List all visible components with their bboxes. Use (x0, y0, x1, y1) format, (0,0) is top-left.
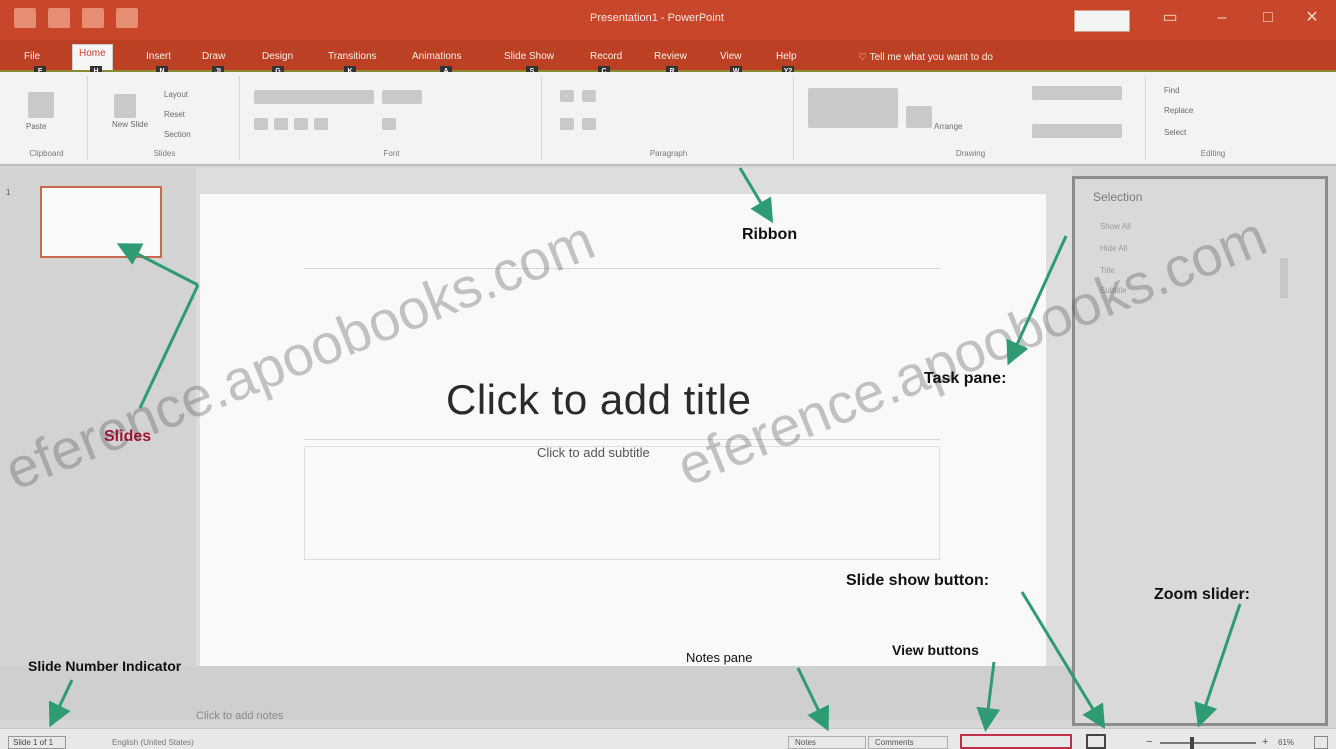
status-bar (0, 728, 1336, 749)
view-buttons[interactable] (960, 734, 1072, 749)
arrange-icon[interactable] (906, 106, 932, 128)
annotation-task-pane: Task pane: (924, 370, 1007, 387)
task-pane-scrollbar[interactable] (1280, 258, 1288, 298)
title-placeholder-text: Click to add title (446, 376, 752, 423)
underline-icon[interactable] (294, 118, 308, 130)
zoom-slider-thumb[interactable] (1190, 737, 1194, 749)
zoom-in-button[interactable]: + (1262, 736, 1268, 748)
ribbon-group-slides: New Slide Layout Reset Section Slides (90, 76, 240, 160)
paste-icon[interactable] (28, 92, 54, 118)
tab-record[interactable]: Record (584, 48, 628, 66)
align-left-icon[interactable] (560, 118, 574, 130)
quick-access-toolbar (14, 8, 138, 28)
tell-me-label: Tell me what you want to do (869, 52, 993, 63)
slide-number-label: 1 (6, 188, 11, 197)
font-size-dropdown[interactable] (382, 90, 422, 104)
reset-button[interactable]: Reset (164, 110, 185, 119)
strikethrough-icon[interactable] (314, 118, 328, 130)
bullets-icon[interactable] (560, 90, 574, 102)
redo-icon[interactable] (82, 8, 104, 28)
tab-draw[interactable]: Draw (196, 48, 231, 66)
shape-outline-button[interactable] (1032, 124, 1122, 138)
window-title: Presentation1 - PowerPoint (590, 12, 724, 24)
tab-animations[interactable]: Animations (406, 48, 467, 66)
align-center-icon[interactable] (582, 118, 596, 130)
fit-to-window-icon[interactable] (1314, 736, 1328, 749)
group-label: Paragraph (649, 149, 688, 158)
annotation-view-buttons: View buttons (892, 642, 979, 658)
group-label: Drawing (955, 149, 986, 158)
save-icon[interactable] (14, 8, 36, 28)
ribbon-group-paragraph: Paragraph (544, 76, 794, 160)
group-label: Editing (1200, 149, 1226, 158)
annotation-slides: Slides (104, 428, 152, 445)
ribbon-group-clipboard: Paste Clipboard (6, 76, 88, 160)
task-pane-title: Selection (1093, 190, 1143, 204)
annotation-notes-pane: Notes pane (686, 650, 753, 665)
ribbon-group-drawing: Arrange Drawing (796, 76, 1146, 160)
task-pane-item[interactable]: Hide All (1100, 244, 1127, 253)
tab-slide-show[interactable]: Slide Show (498, 48, 560, 66)
close-icon[interactable]: ✕ (1300, 6, 1324, 30)
annotation-slide-number-indicator: Slide Number Indicator (28, 658, 182, 674)
annotation-ribbon: Ribbon (742, 226, 798, 243)
group-label: Clipboard (29, 149, 64, 158)
section-button[interactable]: Section (164, 130, 191, 139)
task-pane-item[interactable]: Show All (1100, 222, 1131, 231)
notes-pane[interactable] (0, 666, 1072, 720)
select-button[interactable]: Select (1164, 128, 1186, 137)
notes-placeholder: Click to add notes (196, 710, 284, 722)
tab-help[interactable]: Help (770, 48, 803, 66)
annotation-zoom-slider: Zoom slider: (1154, 586, 1251, 603)
zoom-percent[interactable]: 61% (1278, 738, 1294, 747)
ribbon: Paste Clipboard New Slide Layout Reset S… (0, 72, 1336, 166)
slide-thumbnail[interactable] (40, 186, 162, 258)
subtitle-placeholder[interactable] (304, 446, 940, 560)
ribbon-group-editing: Find Replace Select Editing (1148, 76, 1278, 160)
group-label: Slides (153, 149, 176, 158)
find-button[interactable]: Find (1164, 86, 1180, 95)
annotation-slide-show-button: Slide show button: (846, 572, 990, 589)
italic-icon[interactable] (274, 118, 288, 130)
tab-design[interactable]: Design (256, 48, 299, 66)
language-indicator[interactable]: English (United States) (112, 738, 194, 747)
notes-button[interactable]: Notes (788, 736, 866, 749)
font-name-dropdown[interactable] (254, 90, 374, 104)
group-label: Font (383, 149, 400, 158)
slide-show-button[interactable] (1086, 734, 1106, 749)
shapes-gallery[interactable] (808, 88, 898, 128)
new-slide-icon[interactable] (114, 94, 136, 118)
arrange-button[interactable]: Arrange (934, 122, 962, 131)
powerpoint-window: Presentation1 - PowerPoint ▭ – □ ✕ File … (0, 0, 1336, 749)
new-slide-button[interactable]: New Slide (112, 120, 148, 129)
title-bar: Presentation1 - PowerPoint ▭ – □ ✕ (0, 0, 1336, 40)
tab-review[interactable]: Review (648, 48, 693, 66)
shape-fill-button[interactable] (1032, 86, 1122, 100)
zoom-out-button[interactable]: − (1146, 736, 1152, 748)
slide-number-indicator: Slide 1 of 1 (8, 736, 66, 749)
tab-insert[interactable]: Insert (140, 48, 177, 66)
tab-file[interactable]: File (18, 48, 46, 66)
layout-button[interactable]: Layout (164, 90, 188, 99)
zoom-slider-track[interactable] (1160, 742, 1256, 744)
lightbulb-icon: ♡ (858, 52, 870, 63)
tab-transitions[interactable]: Transitions (322, 48, 383, 66)
tab-view[interactable]: View (714, 48, 748, 66)
minimize-icon[interactable]: – (1210, 6, 1234, 30)
subtitle-placeholder-text: Click to add subtitle (537, 445, 650, 460)
slideshow-start-icon[interactable] (116, 8, 138, 28)
account-button[interactable] (1074, 10, 1130, 32)
bold-icon[interactable] (254, 118, 268, 130)
paste-button[interactable]: Paste (26, 122, 46, 131)
font-color-icon[interactable] (382, 118, 396, 130)
comments-button[interactable]: Comments (868, 736, 948, 749)
tell-me-search[interactable]: ♡ Tell me what you want to do (858, 52, 993, 63)
ribbon-display-options-icon[interactable]: ▭ (1158, 6, 1182, 30)
replace-button[interactable]: Replace (1164, 106, 1193, 115)
undo-icon[interactable] (48, 8, 70, 28)
maximize-icon[interactable]: □ (1256, 6, 1280, 30)
numbering-icon[interactable] (582, 90, 596, 102)
ribbon-group-font: Font (242, 76, 542, 160)
